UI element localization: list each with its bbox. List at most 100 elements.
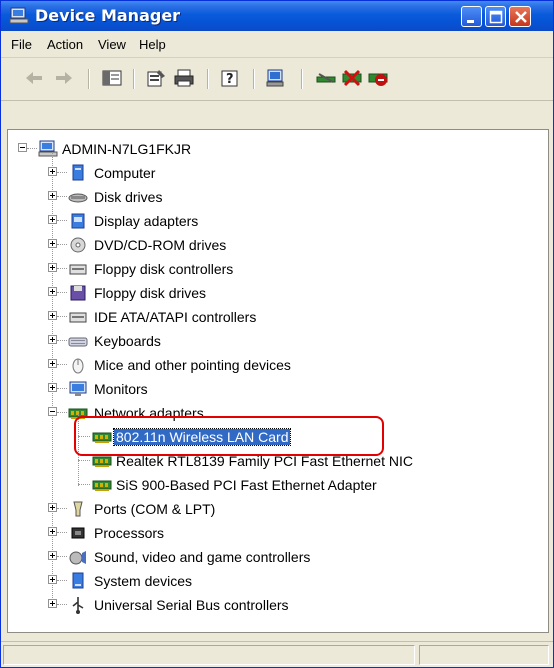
root-label: ADMIN-N7LG1FKJR	[62, 141, 192, 157]
tree-item-floppy-disk-controllers[interactable]: Floppy disk controllers	[48, 258, 528, 280]
tree-item-ports-com-lpt[interactable]: Ports (COM & LPT)	[48, 498, 528, 520]
sound-icon	[69, 551, 86, 565]
tree-item-mice-and-other-pointing-devices[interactable]: Mice and other pointing devices	[48, 354, 528, 376]
toolbar-separator	[253, 69, 255, 89]
disable-icon[interactable]	[367, 68, 389, 88]
display-adapter-icon	[71, 213, 85, 229]
device-tree[interactable]: ADMIN-N7LG1FKJR Computer Disk drives Displ…	[7, 129, 549, 633]
tree-item-label: Computer	[94, 165, 156, 181]
expand-toggle[interactable]	[48, 599, 57, 608]
window-title: Device Manager	[35, 6, 181, 25]
network-card-icon	[92, 480, 112, 491]
keyboard-icon	[68, 337, 88, 347]
expand-toggle[interactable]	[48, 287, 57, 296]
close-button[interactable]	[509, 6, 531, 27]
tree-item-label: Disk drives	[94, 189, 163, 205]
expand-toggle[interactable]	[48, 239, 57, 248]
computer-icon	[38, 140, 58, 157]
uninstall-icon[interactable]	[341, 68, 363, 88]
tree-item-universal-serial-bus-controllers[interactable]: Universal Serial Bus controllers	[48, 594, 528, 616]
menu-bar: File Action View Help	[1, 31, 553, 58]
tree-item-monitors[interactable]: Monitors	[48, 378, 528, 400]
processor-icon	[71, 527, 85, 539]
controller-icon	[69, 264, 87, 275]
expand-toggle[interactable]	[48, 551, 57, 560]
toolbar-separator	[207, 69, 209, 89]
back-icon[interactable]	[23, 68, 45, 88]
tree-item-floppy-disk-drives[interactable]: Floppy disk drives	[48, 282, 528, 304]
expand-toggle[interactable]	[48, 527, 57, 536]
expand-toggle[interactable]	[48, 215, 57, 224]
floppy-icon	[70, 285, 86, 301]
device-manager-icon	[9, 7, 29, 24]
expand-toggle[interactable]	[48, 167, 57, 176]
menu-help[interactable]: Help	[139, 37, 166, 52]
title-bar[interactable]: Device Manager	[1, 1, 553, 31]
toolbar: ?	[1, 58, 553, 101]
tree-item-disk-drives[interactable]: Disk drives	[48, 186, 528, 208]
status-pane	[419, 645, 549, 665]
forward-icon[interactable]	[53, 68, 75, 88]
disk-drive-icon	[68, 193, 88, 203]
tree-item-label: Floppy disk drives	[94, 285, 207, 301]
toolbar-separator	[133, 69, 135, 89]
tree-item-label: Sound, video and game controllers	[94, 549, 311, 565]
mouse-icon	[72, 358, 84, 374]
collapse-toggle[interactable]	[48, 407, 57, 416]
expand-toggle[interactable]	[48, 503, 57, 512]
port-icon	[73, 501, 83, 517]
tree-item-label: Ports (COM & LPT)	[94, 501, 216, 517]
menu-action[interactable]: Action	[47, 37, 83, 52]
tree-root[interactable]: ADMIN-N7LG1FKJR	[14, 138, 314, 160]
expand-toggle[interactable]	[48, 263, 57, 272]
print-icon[interactable]	[173, 68, 195, 88]
properties-icon[interactable]	[145, 68, 167, 88]
usb-icon	[72, 597, 84, 614]
status-bar	[1, 641, 553, 667]
system-icon	[72, 572, 84, 589]
tree-item-keyboards[interactable]: Keyboards	[48, 330, 528, 352]
dvd-icon	[70, 237, 86, 253]
expand-toggle[interactable]	[48, 311, 57, 320]
toolbar-separator	[88, 69, 90, 89]
expand-toggle[interactable]	[48, 191, 57, 200]
svg-text:?: ?	[226, 72, 234, 87]
help-icon[interactable]: ?	[219, 68, 241, 88]
computer-icon	[72, 164, 84, 181]
expand-toggle[interactable]	[48, 383, 57, 392]
tree-item-label: Monitors	[94, 381, 148, 397]
menu-view[interactable]: View	[98, 37, 126, 52]
minimize-button[interactable]	[461, 6, 482, 27]
show-hide-console-tree-icon[interactable]	[101, 68, 123, 88]
tree-item-device[interactable]: SiS 900-Based PCI Fast Ethernet Adapter	[78, 474, 538, 496]
expand-toggle[interactable]	[48, 575, 57, 584]
tree-item-dvd-cd-rom-drives[interactable]: DVD/CD-ROM drives	[48, 234, 528, 256]
menu-file[interactable]: File	[11, 37, 32, 52]
tree-item-sound-video-and-game-controllers[interactable]: Sound, video and game controllers	[48, 546, 528, 568]
device-label: SiS 900-Based PCI Fast Ethernet Adapter	[116, 477, 377, 493]
controller-icon	[69, 312, 87, 323]
update-driver-icon[interactable]	[315, 68, 337, 88]
status-pane	[3, 645, 415, 665]
tree-item-label: IDE ATA/ATAPI controllers	[94, 309, 257, 325]
tree-item-processors[interactable]: Processors	[48, 522, 528, 544]
toolbar-separator	[301, 69, 303, 89]
tree-item-label: System devices	[94, 573, 193, 589]
tree-item-computer[interactable]: Computer	[48, 162, 528, 184]
tree-item-label: DVD/CD-ROM drives	[94, 237, 227, 253]
tree-item-ide-ata-atapi-controllers[interactable]: IDE ATA/ATAPI controllers	[48, 306, 528, 328]
collapse-toggle[interactable]	[18, 143, 27, 152]
expand-toggle[interactable]	[48, 335, 57, 344]
tree-item-label: Display adapters	[94, 213, 199, 229]
device-manager-window: Device Manager File Action View Help ? A…	[0, 0, 554, 668]
tree-item-label: Floppy disk controllers	[94, 261, 234, 277]
monitor-icon	[69, 381, 87, 396]
red-highlight-annotation	[74, 416, 384, 456]
expand-toggle[interactable]	[48, 359, 57, 368]
tree-item-label: Processors	[94, 525, 165, 541]
tree-item-system-devices[interactable]: System devices	[48, 570, 528, 592]
tree-item-display-adapters[interactable]: Display adapters	[48, 210, 528, 232]
tree-item-label: Keyboards	[94, 333, 161, 349]
maximize-button[interactable]	[485, 6, 506, 27]
scan-hardware-icon[interactable]	[265, 68, 287, 88]
